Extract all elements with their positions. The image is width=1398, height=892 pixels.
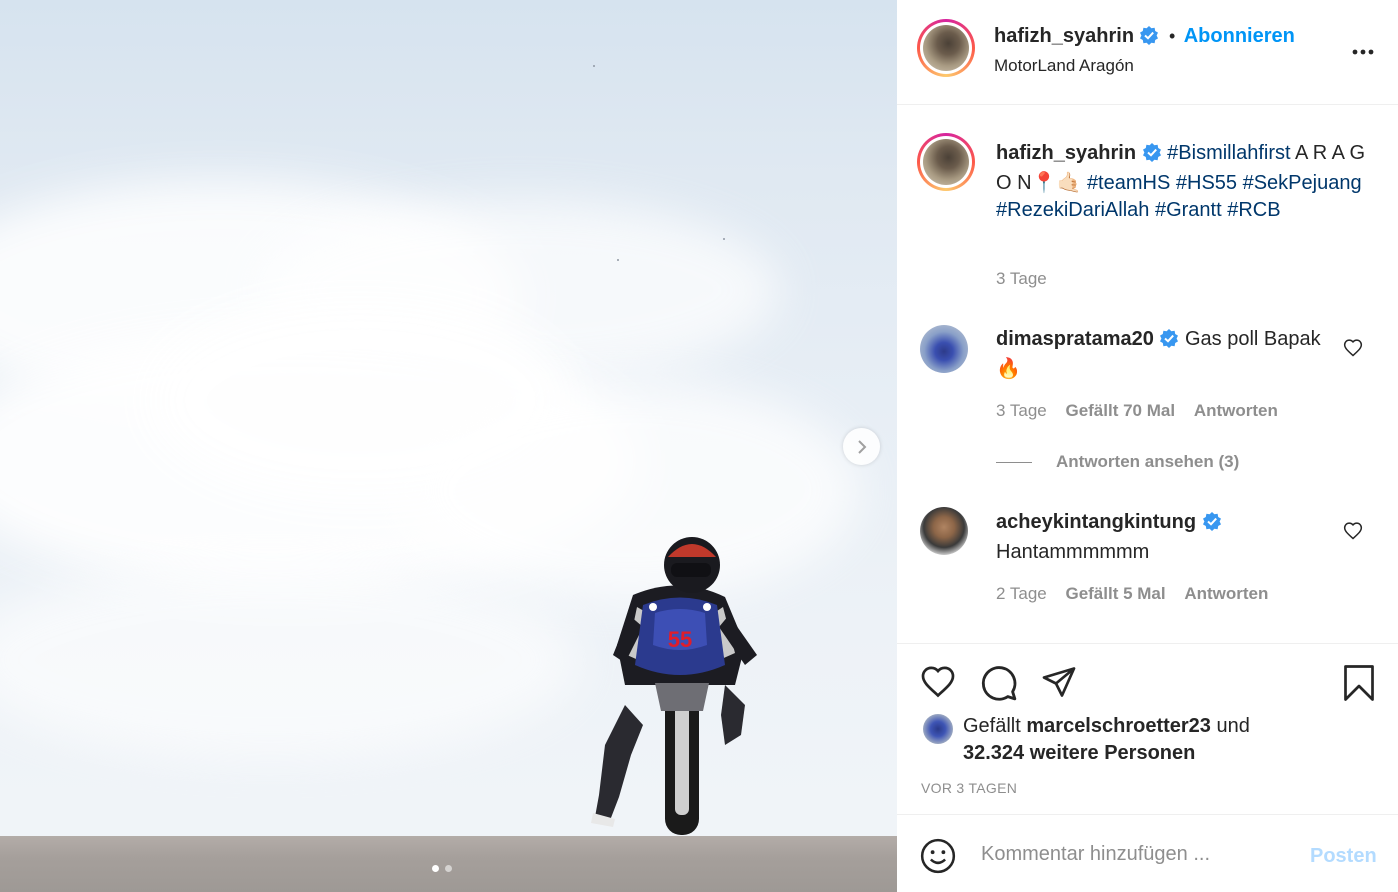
post-photo[interactable]: 55 — [0, 0, 897, 892]
post-caption: hafizh_syahrin #Bismillahfirst A R A G O… — [996, 140, 1366, 224]
comment-time[interactable]: 3 Tage — [996, 401, 1047, 420]
commenter-avatar[interactable] — [920, 507, 968, 555]
likes-prefix: Gefällt — [963, 715, 1021, 737]
liker-username[interactable]: marcelschroetter23 — [1026, 715, 1211, 737]
bird-speck — [723, 238, 725, 240]
comment-text: Hantammmmmm — [996, 541, 1150, 563]
more-options-button[interactable] — [1351, 40, 1375, 69]
caption-username[interactable]: hafizh_syahrin — [996, 142, 1136, 164]
comment-like-button[interactable] — [1343, 521, 1363, 546]
hashtag-link[interactable]: #HS55 — [1176, 172, 1237, 194]
comment-likes[interactable]: Gefällt 5 Mal — [1065, 584, 1165, 603]
post-header: hafizh_syahrin • Abonnieren MotorLand Ar… — [897, 0, 1398, 105]
heart-icon — [1343, 339, 1363, 357]
heart-icon — [1343, 522, 1363, 540]
rider-number: 55 — [668, 627, 692, 652]
carousel-next-button[interactable] — [843, 428, 880, 465]
reply-button[interactable]: Antworten — [1194, 401, 1278, 420]
share-button[interactable] — [1040, 664, 1078, 705]
cloud — [0, 560, 580, 760]
share-icon — [1042, 667, 1076, 697]
replies-divider — [996, 461, 1032, 463]
caption-time[interactable]: 3 Tage — [996, 269, 1047, 289]
heart-icon — [921, 666, 955, 698]
bird-speck — [617, 259, 619, 261]
comment-icon — [981, 666, 1017, 701]
verified-icon — [1139, 25, 1159, 50]
comment-like-button[interactable] — [1343, 338, 1363, 363]
bird-speck — [593, 65, 595, 67]
comment-button[interactable] — [980, 664, 1018, 707]
comment-username[interactable]: acheykintangkintung — [996, 511, 1196, 533]
motorcycle-rider: 55 — [591, 537, 757, 835]
carousel-dot — [445, 865, 452, 872]
likes-summary: Gefällt marcelschroetter23 und 32.324 we… — [963, 713, 1250, 767]
post-side-panel: hafizh_syahrin • Abonnieren MotorLand Ar… — [897, 0, 1398, 892]
carousel-indicator — [432, 865, 452, 872]
author-username[interactable]: hafizh_syahrin — [994, 25, 1134, 47]
comment-likes[interactable]: Gefällt 70 Mal — [1065, 401, 1175, 420]
comment-username[interactable]: dimaspratama20 — [996, 328, 1154, 350]
hashtag-link[interactable]: #RezekiDariAllah — [996, 199, 1149, 221]
caption-emoji: 📍🤙🏻 — [1031, 172, 1082, 194]
post-timestamp[interactable]: VOR 3 TAGEN — [921, 780, 1017, 796]
verified-icon — [1142, 142, 1162, 170]
bookmark-icon — [1344, 665, 1374, 701]
comment-input[interactable] — [981, 843, 1281, 866]
comment-meta: 3 Tage Gefällt 70 Mal Antworten — [996, 401, 1278, 421]
hashtag-link[interactable]: #teamHS — [1087, 172, 1170, 194]
comment-form: Posten — [897, 814, 1398, 892]
save-button[interactable] — [1341, 663, 1377, 708]
like-button[interactable] — [919, 664, 957, 705]
hashtag-link[interactable]: #SekPejuang — [1243, 172, 1362, 194]
reply-button[interactable]: Antworten — [1184, 584, 1268, 603]
comment: dimaspratama20 Gas poll Bapak🔥 — [996, 326, 1326, 383]
separator-dot: • — [1168, 26, 1176, 46]
likes-others-link[interactable]: 32.324 weitere Personen — [963, 742, 1195, 764]
likes-and: und — [1216, 715, 1250, 737]
emoji-icon — [920, 838, 956, 874]
verified-icon — [1202, 511, 1222, 539]
hashtag-link[interactable]: #Bismillahfirst — [1167, 142, 1290, 164]
hashtag-link[interactable]: #Grantt — [1155, 199, 1222, 221]
track-surface — [0, 836, 897, 892]
comment-time[interactable]: 2 Tage — [996, 584, 1047, 603]
liker-avatar[interactable] — [923, 714, 953, 744]
author-avatar[interactable] — [917, 19, 975, 77]
comment: acheykintangkintung Hantammmmmm — [996, 509, 1326, 566]
comment-meta: 2 Tage Gefällt 5 Mal Antworten — [996, 584, 1268, 604]
emoji-button[interactable] — [919, 837, 957, 880]
chevron-right-icon — [857, 439, 866, 454]
view-replies-button[interactable]: Antworten ansehen (3) — [996, 452, 1239, 472]
post-comment-button[interactable]: Posten — [1310, 845, 1377, 868]
hashtag-link[interactable]: #RCB — [1227, 199, 1280, 221]
carousel-dot-active — [432, 865, 439, 872]
view-replies-label: Antworten ansehen (3) — [1056, 452, 1240, 471]
more-icon — [1352, 49, 1374, 55]
verified-icon — [1159, 328, 1179, 356]
follow-button[interactable]: Abonnieren — [1184, 25, 1295, 47]
caption-author-avatar[interactable] — [917, 133, 975, 191]
commenter-avatar[interactable] — [920, 325, 968, 373]
post-location[interactable]: MotorLand Aragón — [994, 56, 1134, 76]
